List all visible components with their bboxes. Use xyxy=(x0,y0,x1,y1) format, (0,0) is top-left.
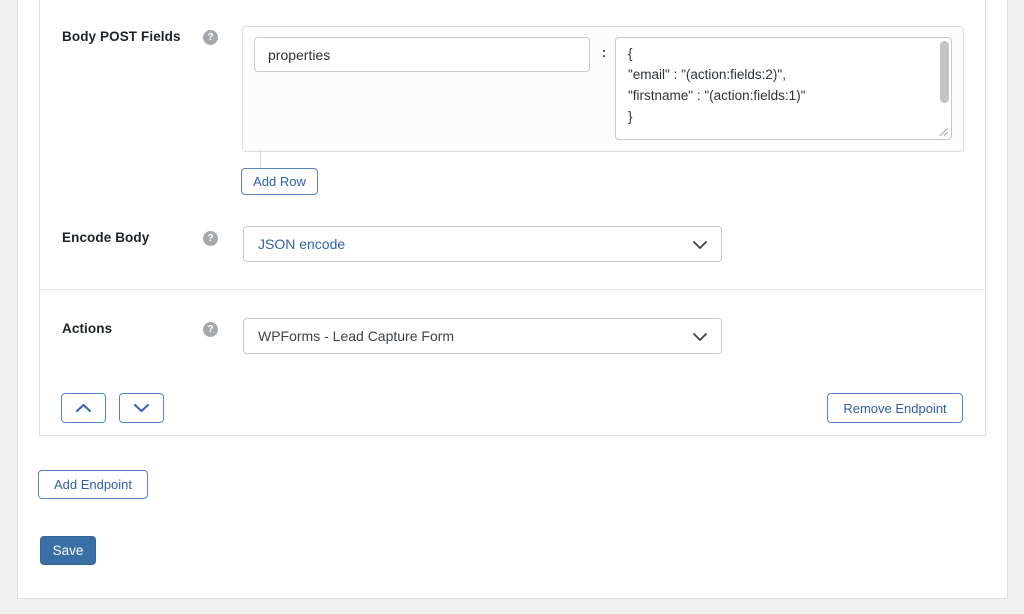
move-endpoint-up-button[interactable] xyxy=(61,393,106,423)
add-row-connector xyxy=(260,150,261,168)
actions-label: Actions xyxy=(62,321,112,336)
post-field-value-container: { "email" : "(action:fields:2)", "firstn… xyxy=(615,37,952,140)
move-endpoint-down-button[interactable] xyxy=(119,393,164,423)
chevron-down-icon xyxy=(133,403,150,413)
help-icon[interactable]: ? xyxy=(203,322,218,337)
add-row-button[interactable]: Add Row xyxy=(241,168,318,195)
chevron-up-icon xyxy=(75,403,92,413)
chevron-down-icon xyxy=(692,240,708,250)
section-divider xyxy=(40,289,984,290)
actions-selected-value: WPForms - Lead Capture Form xyxy=(244,328,454,344)
help-icon[interactable]: ? xyxy=(203,30,218,45)
remove-endpooint-button[interactable]: Remove Endpoint xyxy=(827,393,963,423)
help-icon[interactable]: ? xyxy=(203,231,218,246)
save-button[interactable]: Save xyxy=(40,536,96,565)
encode-body-label: Encode Body xyxy=(62,230,149,245)
textarea-scrollbar-thumb[interactable] xyxy=(940,41,949,103)
resize-grip-icon[interactable] xyxy=(938,126,949,137)
chevron-down-icon xyxy=(692,332,708,342)
body-post-fields-label: Body POST Fields xyxy=(62,29,181,44)
actions-select[interactable]: WPForms - Lead Capture Form xyxy=(243,318,722,354)
add-endpoint-button[interactable]: Add Endpoint xyxy=(38,470,148,499)
encode-body-selected-value: JSON encode xyxy=(244,236,345,252)
wordpress-admin-settings-page: Body POST Fields ? : { "email" : "(actio… xyxy=(0,0,1024,614)
key-value-separator: : xyxy=(598,44,610,60)
post-field-value-textarea[interactable]: { "email" : "(action:fields:2)", "firstn… xyxy=(616,38,951,139)
post-field-key-input[interactable] xyxy=(254,37,590,72)
encode-body-select[interactable]: JSON encode xyxy=(243,226,722,262)
